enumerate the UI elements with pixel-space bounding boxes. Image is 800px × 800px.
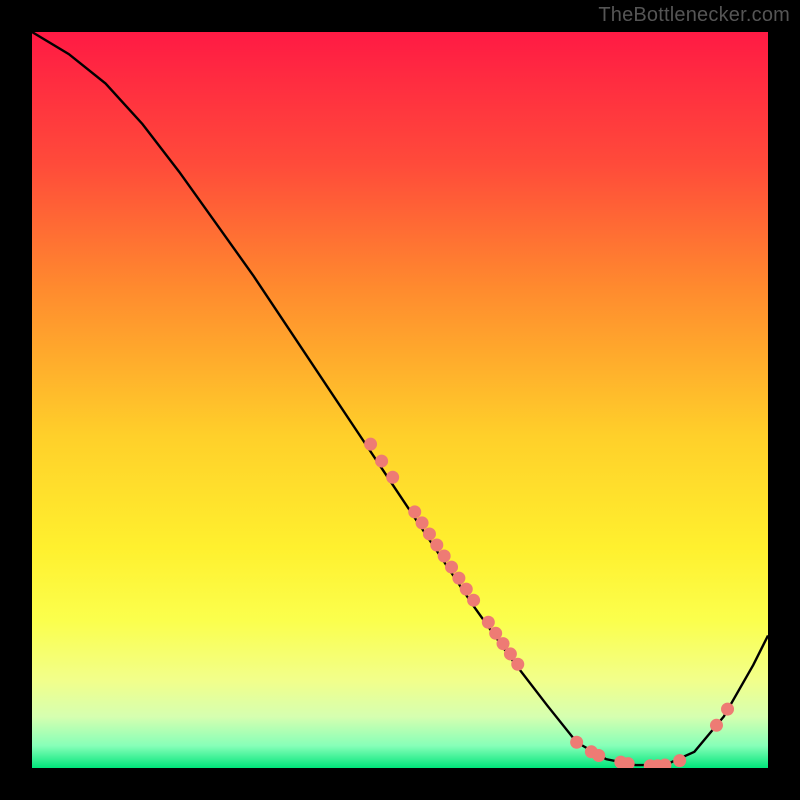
data-point (452, 572, 465, 585)
data-point (673, 754, 686, 767)
data-point (438, 550, 451, 563)
data-point (445, 561, 458, 574)
gradient-background (32, 32, 768, 768)
data-point (364, 438, 377, 451)
data-point (710, 719, 723, 732)
data-point (416, 516, 429, 529)
data-point (511, 658, 524, 671)
data-point (721, 703, 734, 716)
data-point (460, 583, 473, 596)
chart-container: TheBottlenecker.com (0, 0, 800, 800)
chart-svg (32, 32, 768, 768)
chart-plot (32, 32, 768, 768)
data-point (386, 471, 399, 484)
data-point (430, 538, 443, 551)
data-point (375, 455, 388, 468)
data-point (592, 749, 605, 762)
data-point (467, 594, 480, 607)
data-point (408, 505, 421, 518)
data-point (482, 616, 495, 629)
watermark-text: TheBottlenecker.com (598, 4, 790, 27)
data-point (423, 527, 436, 540)
data-point (570, 736, 583, 749)
